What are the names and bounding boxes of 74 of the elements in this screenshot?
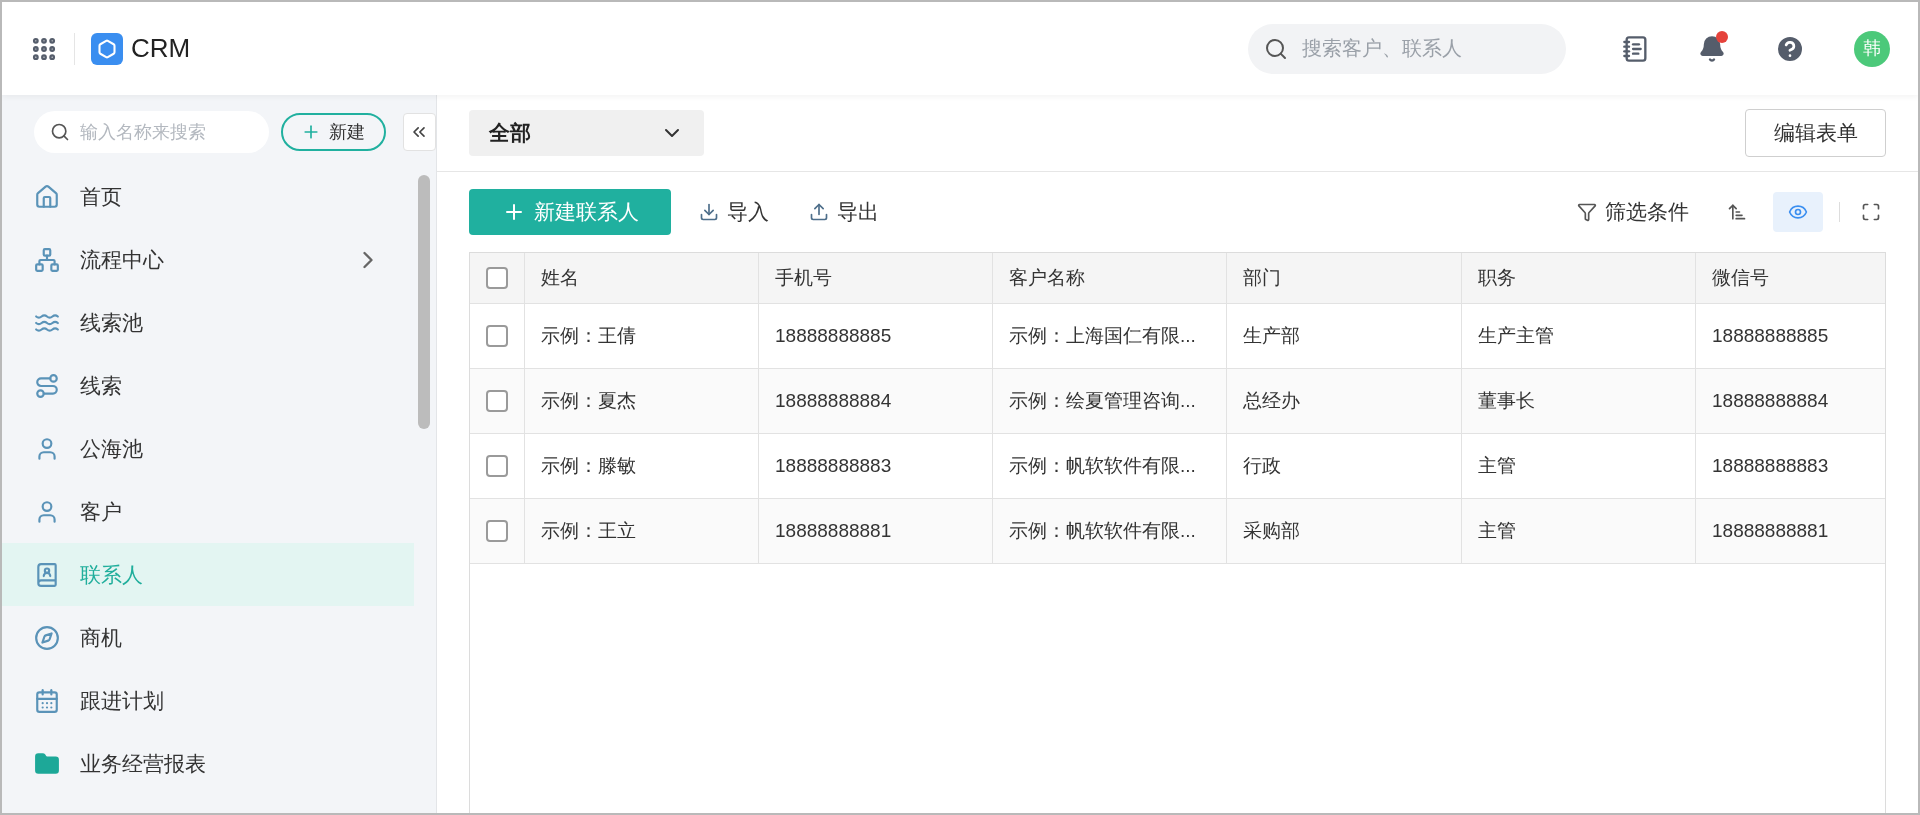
row-checkbox[interactable]: [486, 325, 508, 347]
collapse-sidebar-button[interactable]: [402, 113, 436, 151]
column-header: 姓名: [541, 265, 579, 290]
contact-book-icon: [34, 561, 60, 588]
import-button[interactable]: 导入: [699, 196, 769, 228]
column-header: 职务: [1478, 265, 1516, 290]
route-icon: [34, 372, 60, 399]
sidebar-item[interactable]: 商机: [2, 606, 414, 669]
app-title: CRM: [131, 32, 191, 65]
table-cell-text: 董事长: [1478, 388, 1535, 413]
folder-icon: [34, 750, 60, 777]
table-cell-text: 总经办: [1243, 388, 1300, 413]
column-header: 客户名称: [1009, 265, 1085, 290]
column-header: 部门: [1243, 265, 1281, 290]
hierarchy-icon: [34, 246, 60, 273]
table-cell-text: 18888888883: [1712, 453, 1829, 478]
row-checkbox[interactable]: [486, 455, 508, 477]
sidebar-item[interactable]: 首页: [2, 165, 414, 228]
home-icon: [34, 183, 60, 210]
table-cell-text: 18888888885: [1712, 323, 1829, 348]
sidebar-scrollbar[interactable]: [418, 175, 430, 429]
table-cell-text: 生产主管: [1478, 323, 1554, 348]
table-cell-text: 示例：王立: [541, 518, 636, 543]
table-cell-text: 示例：绘夏管理咨询...: [1009, 388, 1196, 413]
compass-icon: [34, 624, 60, 651]
table-cell-text: 示例：王倩: [541, 323, 636, 348]
sidebar-item[interactable]: 线索池: [2, 291, 414, 354]
fullscreen-icon: [1861, 202, 1881, 222]
calendar-icon: [34, 687, 60, 714]
sidebar-item[interactable]: 跟进计划: [2, 669, 414, 732]
notification-bell-icon[interactable]: [1698, 34, 1726, 63]
notebook-icon[interactable]: [1622, 34, 1650, 63]
table-cell-text: 18888888885: [775, 323, 892, 348]
global-search-field[interactable]: 搜索客户、联系人: [1248, 23, 1566, 74]
table-cell-text: 18888888881: [1712, 518, 1829, 543]
select-all-checkbox[interactable]: [486, 267, 508, 289]
table-cell-text: 18888888884: [1712, 388, 1829, 413]
upload-icon: [809, 202, 829, 222]
sidebar-item[interactable]: 流程中心: [2, 228, 414, 291]
search-icon: [50, 122, 70, 142]
sidebar-item[interactable]: 公海池: [2, 417, 414, 480]
edit-form-button[interactable]: 编辑表单: [1745, 109, 1886, 157]
table-cell-text: 示例：帆软软件有限...: [1009, 453, 1196, 478]
export-button[interactable]: 导出: [809, 196, 879, 228]
sidebar-item[interactable]: 业务经营报表: [2, 732, 414, 795]
filter-icon: [1577, 202, 1597, 222]
column-header: 微信号: [1712, 265, 1769, 290]
table-cell-text: 主管: [1478, 518, 1516, 543]
table-cell-text: 18888888884: [775, 388, 892, 413]
table-cell-text: 生产部: [1243, 323, 1300, 348]
eye-icon: [1788, 202, 1808, 222]
preview-toggle-button[interactable]: [1773, 192, 1823, 232]
new-button[interactable]: 新建: [281, 113, 386, 151]
table-cell-text: 行政: [1243, 453, 1281, 478]
logo-icon: [91, 32, 123, 65]
table-cell-text: 采购部: [1243, 518, 1300, 543]
filter-button[interactable]: 筛选条件: [1577, 196, 1689, 228]
table-cell-text: 主管: [1478, 453, 1516, 478]
row-checkbox[interactable]: [486, 520, 508, 542]
row-checkbox[interactable]: [486, 390, 508, 412]
table-cell-text: 18888888881: [775, 518, 892, 543]
search-icon: [1264, 36, 1288, 61]
sidebar-item[interactable]: 线索: [2, 354, 414, 417]
column-header: 手机号: [775, 265, 832, 290]
view-dropdown[interactable]: 全部: [469, 110, 704, 156]
table-cell-text: 示例：滕敏: [541, 453, 636, 478]
table-cell-text: 示例：夏杰: [541, 388, 636, 413]
download-icon: [699, 202, 719, 222]
sort-icon: [1727, 202, 1747, 222]
table-cell-text: 示例：帆软软件有限...: [1009, 518, 1196, 543]
sidebar-search-field[interactable]: 输入名称来搜索: [34, 111, 270, 153]
table-cell-text: 18888888883: [775, 453, 892, 478]
sidebar-item[interactable]: 客户: [2, 480, 414, 543]
table-cell-text: 示例：上海国仁有限...: [1009, 323, 1196, 348]
